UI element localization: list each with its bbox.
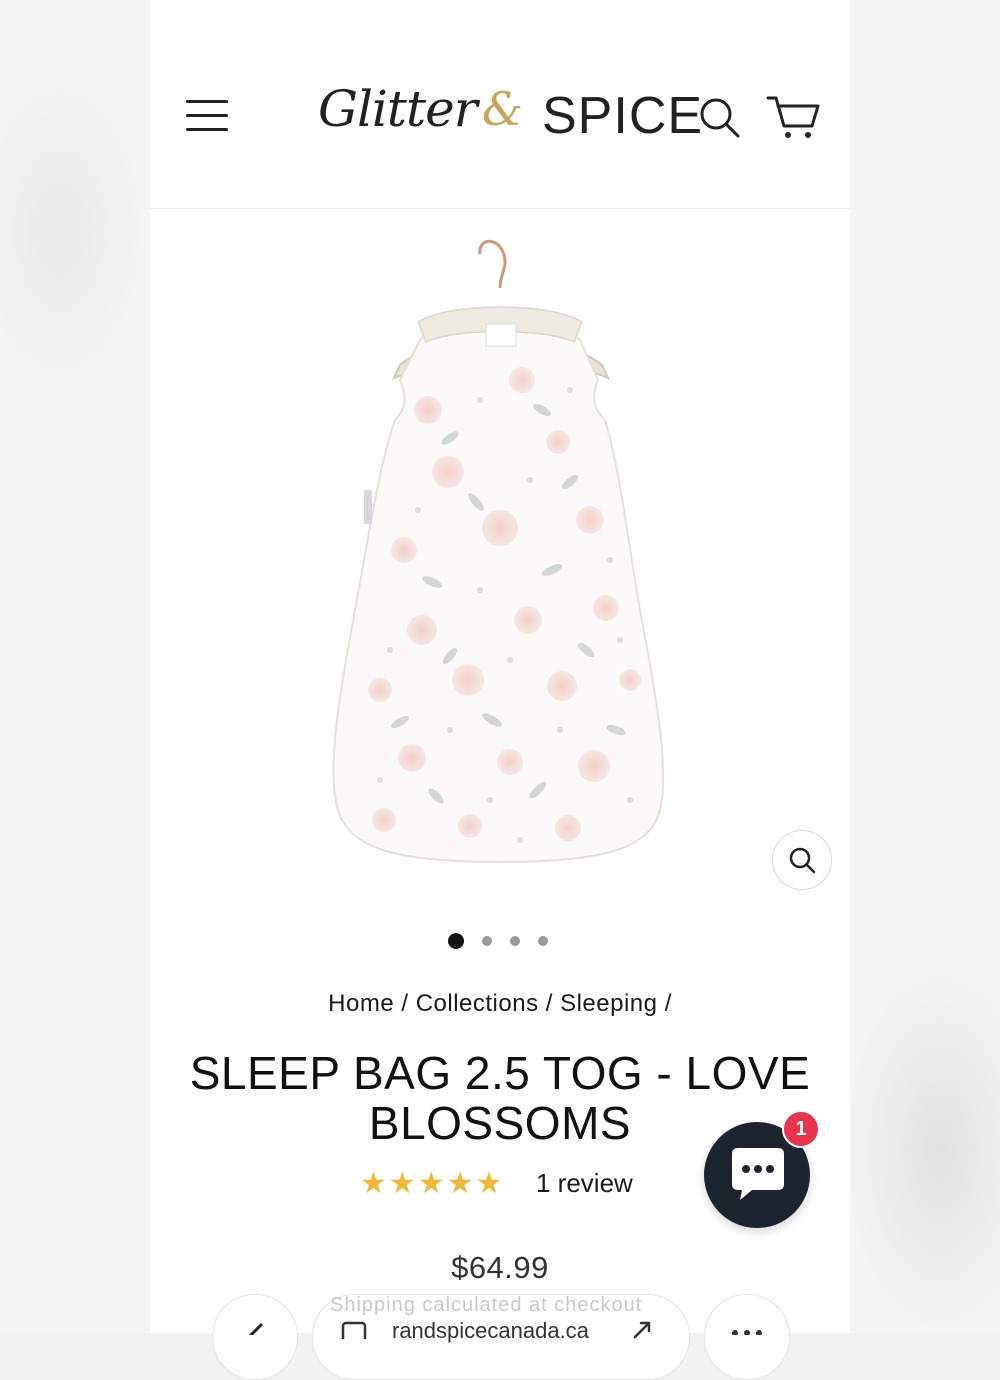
- zoom-button[interactable]: [772, 830, 832, 890]
- logo-script: Glitter: [318, 80, 478, 138]
- hamburger-icon: [186, 100, 228, 103]
- shipping-note: Shipping calculated at checkout: [330, 1294, 643, 1316]
- back-button[interactable]: [212, 1294, 298, 1380]
- breadcrumb-separator: /: [664, 990, 672, 1017]
- rating-stars: ★★★★★: [360, 1167, 505, 1200]
- breadcrumb-home[interactable]: Home: [328, 990, 394, 1017]
- more-button[interactable]: [704, 1294, 790, 1380]
- share-icon: [633, 1321, 651, 1339]
- zoom-icon: [789, 847, 816, 874]
- search-icon: [700, 98, 740, 138]
- more-icon: [732, 1330, 762, 1336]
- hamburger-icon-line: [186, 128, 228, 131]
- gallery-dots: [448, 932, 568, 950]
- site-logo[interactable]: Glitter & SPICE: [318, 74, 702, 164]
- gallery-dot-1[interactable]: [448, 933, 464, 949]
- breadcrumb-separator: /: [401, 990, 409, 1017]
- product-rating[interactable]: ★★★★★ 1 review: [360, 1166, 660, 1200]
- url-text: randspicecanada.ca: [392, 1318, 589, 1343]
- product-image[interactable]: [150, 210, 850, 900]
- cart-icon: [766, 96, 820, 138]
- logo-ampersand: &: [482, 82, 523, 136]
- tabs-icon: [341, 1321, 367, 1339]
- chevron-left-icon: [249, 1323, 263, 1337]
- breadcrumb: Home / Collections / Sleeping /: [150, 990, 850, 1018]
- sleep-bag-image: [332, 239, 665, 864]
- breadcrumb-collections[interactable]: Collections: [416, 990, 539, 1017]
- menu-button[interactable]: [184, 96, 230, 136]
- gallery-dot-4[interactable]: [538, 936, 548, 946]
- product-price: $64.99: [451, 1250, 549, 1285]
- search-button[interactable]: [698, 96, 742, 140]
- breadcrumb-separator: /: [545, 990, 553, 1017]
- gallery-dot-2[interactable]: [482, 936, 492, 946]
- hamburger-icon-line: [186, 114, 228, 117]
- chat-unread-badge: 1: [782, 1110, 820, 1148]
- review-count-link[interactable]: 1 review: [536, 1168, 633, 1199]
- site-header: Glitter & SPICE: [150, 0, 850, 209]
- logo-word: SPICE: [542, 87, 704, 145]
- gallery-dot-3[interactable]: [510, 936, 520, 946]
- breadcrumb-sleeping[interactable]: Sleeping: [560, 990, 657, 1017]
- cart-button[interactable]: [766, 92, 822, 142]
